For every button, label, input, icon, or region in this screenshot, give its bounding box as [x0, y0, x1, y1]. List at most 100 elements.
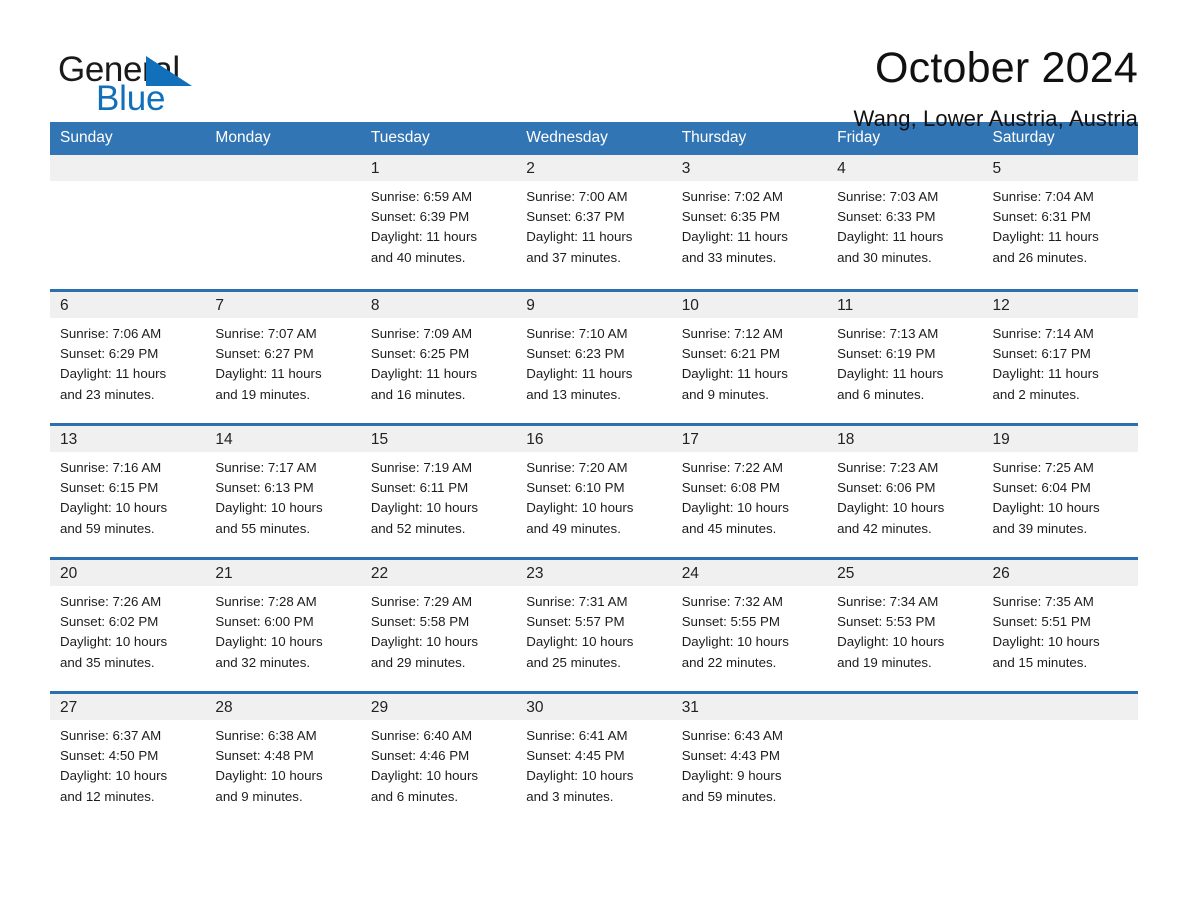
sunrise-text: Sunrise: 7:04 AM: [992, 189, 1094, 204]
daylight-text-cont: and 15 minutes.: [992, 654, 1088, 670]
day-cell[interactable]: Sunrise: 7:22 AM Sunset: 6:08 PM Daylight:…: [672, 452, 827, 545]
daylight-text: Daylight: 9 hours: [681, 768, 782, 784]
day-number-empty: [983, 694, 1138, 720]
day-number[interactable]: 20: [50, 560, 205, 586]
day-number[interactable]: 13: [50, 426, 205, 452]
daylight-text-cont: and 39 minutes.: [992, 520, 1088, 536]
daylight-text: Daylight: 10 hours: [526, 634, 634, 650]
daylight-text: Daylight: 11 hours: [681, 366, 788, 382]
day-cell[interactable]: Sunrise: 7:02 AM Sunset: 6:35 PM Daylight:…: [672, 181, 827, 274]
day-number[interactable]: 8: [361, 292, 516, 318]
day-cell[interactable]: Sunrise: 6:40 AM Sunset: 4:46 PM Daylight:…: [361, 720, 516, 813]
day-number[interactable]: 3: [672, 155, 827, 181]
day-cell[interactable]: Sunrise: 7:04 AM Sunset: 6:31 PM Daylight:…: [983, 181, 1138, 274]
day-number[interactable]: 21: [205, 560, 360, 586]
day-number[interactable]: 16: [516, 426, 671, 452]
day-cell[interactable]: Sunrise: 6:37 AM Sunset: 4:50 PM Daylight:…: [50, 720, 205, 813]
calendar-week-cell: 1 2 3 4 5 Sunrise: 6:59 AM Sunset: 6:39 PM Dayl…: [50, 155, 1138, 289]
daylight-text-cont: and 16 minutes.: [370, 386, 466, 402]
sunrise-text: Sunrise: 7:32 AM: [681, 594, 783, 609]
day-number[interactable]: 23: [516, 560, 671, 586]
day-number[interactable]: 29: [361, 694, 516, 720]
day-content-band: Sunrise: 6:37 AM Sunset: 4:50 PM Daylight:…: [50, 720, 1138, 813]
day-number[interactable]: 17: [672, 426, 827, 452]
day-cell[interactable]: Sunrise: 7:29 AM Sunset: 5:58 PM Daylight:…: [361, 586, 516, 679]
sunset-text: Sunset: 6:39 PM: [370, 209, 470, 225]
day-number[interactable]: 11: [827, 292, 982, 318]
day-number[interactable]: 27: [50, 694, 205, 720]
day-number[interactable]: 22: [361, 560, 516, 586]
day-number[interactable]: 24: [672, 560, 827, 586]
day-cell[interactable]: Sunrise: 7:03 AM Sunset: 6:33 PM Daylight:…: [827, 181, 982, 274]
daylight-text: Daylight: 10 hours: [60, 768, 168, 784]
daylight-text: Daylight: 10 hours: [837, 500, 945, 516]
day-cell-empty: [983, 720, 1138, 813]
day-cell[interactable]: Sunrise: 7:10 AM Sunset: 6:23 PM Daylight:…: [516, 318, 671, 411]
sunrise-text: Sunrise: 6:59 AM: [370, 189, 473, 204]
day-cell[interactable]: Sunrise: 7:17 AM Sunset: 6:13 PM Daylight:…: [205, 452, 360, 545]
daylight-text: Daylight: 11 hours: [370, 229, 478, 245]
day-number[interactable]: 1: [361, 155, 516, 181]
day-number[interactable]: 28: [205, 694, 360, 720]
day-cell[interactable]: Sunrise: 7:06 AM Sunset: 6:29 PM Daylight:…: [50, 318, 205, 411]
calendar-week-row: 1 2 3 4 5 Sunrise: 6:59 AM Sunset: 6:39 PM Dayl…: [50, 155, 1138, 289]
day-number[interactable]: 9: [516, 292, 671, 318]
day-number[interactable]: 30: [516, 694, 671, 720]
day-number[interactable]: 7: [205, 292, 360, 318]
daylight-text-cont: and 30 minutes.: [837, 249, 932, 265]
day-number[interactable]: 19: [983, 426, 1138, 452]
day-number[interactable]: 15: [361, 426, 516, 452]
day-cell[interactable]: Sunrise: 7:23 AM Sunset: 6:06 PM Daylight:…: [827, 452, 982, 545]
day-cell[interactable]: Sunrise: 7:16 AM Sunset: 6:15 PM Daylight:…: [50, 452, 205, 545]
daylight-text: Daylight: 11 hours: [992, 366, 1099, 382]
day-cell[interactable]: Sunrise: 7:14 AM Sunset: 6:17 PM Daylight:…: [983, 318, 1138, 411]
day-cell[interactable]: Sunrise: 7:00 AM Sunset: 6:37 PM Daylight:…: [516, 181, 671, 274]
day-number[interactable]: 31: [672, 694, 827, 720]
title-block: October 2024 Wang, Lower Austria, Austri…: [854, 44, 1138, 132]
day-number[interactable]: 14: [205, 426, 360, 452]
day-number[interactable]: 12: [983, 292, 1138, 318]
daylight-text: Daylight: 10 hours: [992, 500, 1100, 516]
day-number[interactable]: 18: [827, 426, 982, 452]
day-cell[interactable]: Sunrise: 7:26 AM Sunset: 6:02 PM Daylight:…: [50, 586, 205, 679]
day-cell[interactable]: Sunrise: 6:38 AM Sunset: 4:48 PM Daylight:…: [205, 720, 360, 813]
day-cell[interactable]: Sunrise: 6:41 AM Sunset: 4:45 PM Daylight:…: [516, 720, 671, 813]
day-cell[interactable]: Sunrise: 7:34 AM Sunset: 5:53 PM Daylight:…: [827, 586, 982, 679]
day-cell[interactable]: Sunrise: 7:25 AM Sunset: 6:04 PM Daylight:…: [983, 452, 1138, 545]
day-cell[interactable]: Sunrise: 7:07 AM Sunset: 6:27 PM Daylight:…: [205, 318, 360, 411]
sunset-text: Sunset: 6:13 PM: [215, 480, 314, 496]
calendar-week-cell: 27 28 29 30 31 Sunrise: 6:37 AM Sunset: 4:50 P…: [50, 691, 1138, 825]
day-number[interactable]: 4: [827, 155, 982, 181]
day-cell[interactable]: Sunrise: 7:20 AM Sunset: 6:10 PM Daylight:…: [516, 452, 671, 545]
sunrise-text: Sunrise: 7:13 AM: [837, 326, 939, 341]
day-number[interactable]: 10: [672, 292, 827, 318]
calendar-body: 1 2 3 4 5 Sunrise: 6:59 AM Sunset: 6:39 PM Dayl…: [50, 155, 1138, 825]
daylight-text-cont: and 32 minutes.: [215, 654, 311, 670]
day-cell[interactable]: Sunrise: 7:13 AM Sunset: 6:19 PM Daylight:…: [827, 318, 982, 411]
calendar-week-row: 27 28 29 30 31 Sunrise: 6:37 AM Sunset: 4:50 P…: [50, 691, 1138, 825]
day-number[interactable]: 6: [50, 292, 205, 318]
day-cell[interactable]: Sunrise: 7:19 AM Sunset: 6:11 PM Daylight:…: [361, 452, 516, 545]
day-cell[interactable]: Sunrise: 7:12 AM Sunset: 6:21 PM Daylight:…: [672, 318, 827, 411]
day-cell[interactable]: Sunrise: 7:32 AM Sunset: 5:55 PM Daylight:…: [672, 586, 827, 679]
daylight-text-cont: and 59 minutes.: [681, 788, 777, 804]
day-number[interactable]: 2: [516, 155, 671, 181]
day-number[interactable]: 26: [983, 560, 1138, 586]
daylight-text-cont: and 9 minutes.: [681, 386, 769, 402]
day-cell[interactable]: Sunrise: 6:43 AM Sunset: 4:43 PM Daylight:…: [672, 720, 827, 813]
calendar-week-row: 20 21 22 23 24 25 26 Sunrise: 7:26 AM Sunset: 6:…: [50, 557, 1138, 691]
day-cell[interactable]: Sunrise: 7:09 AM Sunset: 6:25 PM Daylight:…: [361, 318, 516, 411]
sunset-text: Sunset: 6:10 PM: [526, 480, 625, 496]
daylight-text: Daylight: 10 hours: [370, 634, 479, 650]
calendar-week-cell: 20 21 22 23 24 25 26 Sunrise: 7:26 AM Sunset: 6:…: [50, 557, 1138, 691]
day-number[interactable]: 5: [983, 155, 1138, 181]
week-wrapper: 27 28 29 30 31 Sunrise: 6:37 AM Sunset: 4:50 P…: [50, 691, 1138, 813]
sunset-text: Sunset: 4:46 PM: [370, 748, 470, 764]
day-cell[interactable]: Sunrise: 7:31 AM Sunset: 5:57 PM Daylight:…: [516, 586, 671, 679]
day-number[interactable]: 25: [827, 560, 982, 586]
day-cell[interactable]: Sunrise: 6:59 AM Sunset: 6:39 PM Daylight:…: [361, 181, 516, 274]
day-cell[interactable]: Sunrise: 7:35 AM Sunset: 5:51 PM Daylight:…: [983, 586, 1138, 679]
daylight-text: Daylight: 10 hours: [215, 768, 323, 784]
day-cell[interactable]: Sunrise: 7:28 AM Sunset: 6:00 PM Daylight:…: [205, 586, 360, 679]
day-number-band: 27 28 29 30 31: [50, 691, 1138, 720]
